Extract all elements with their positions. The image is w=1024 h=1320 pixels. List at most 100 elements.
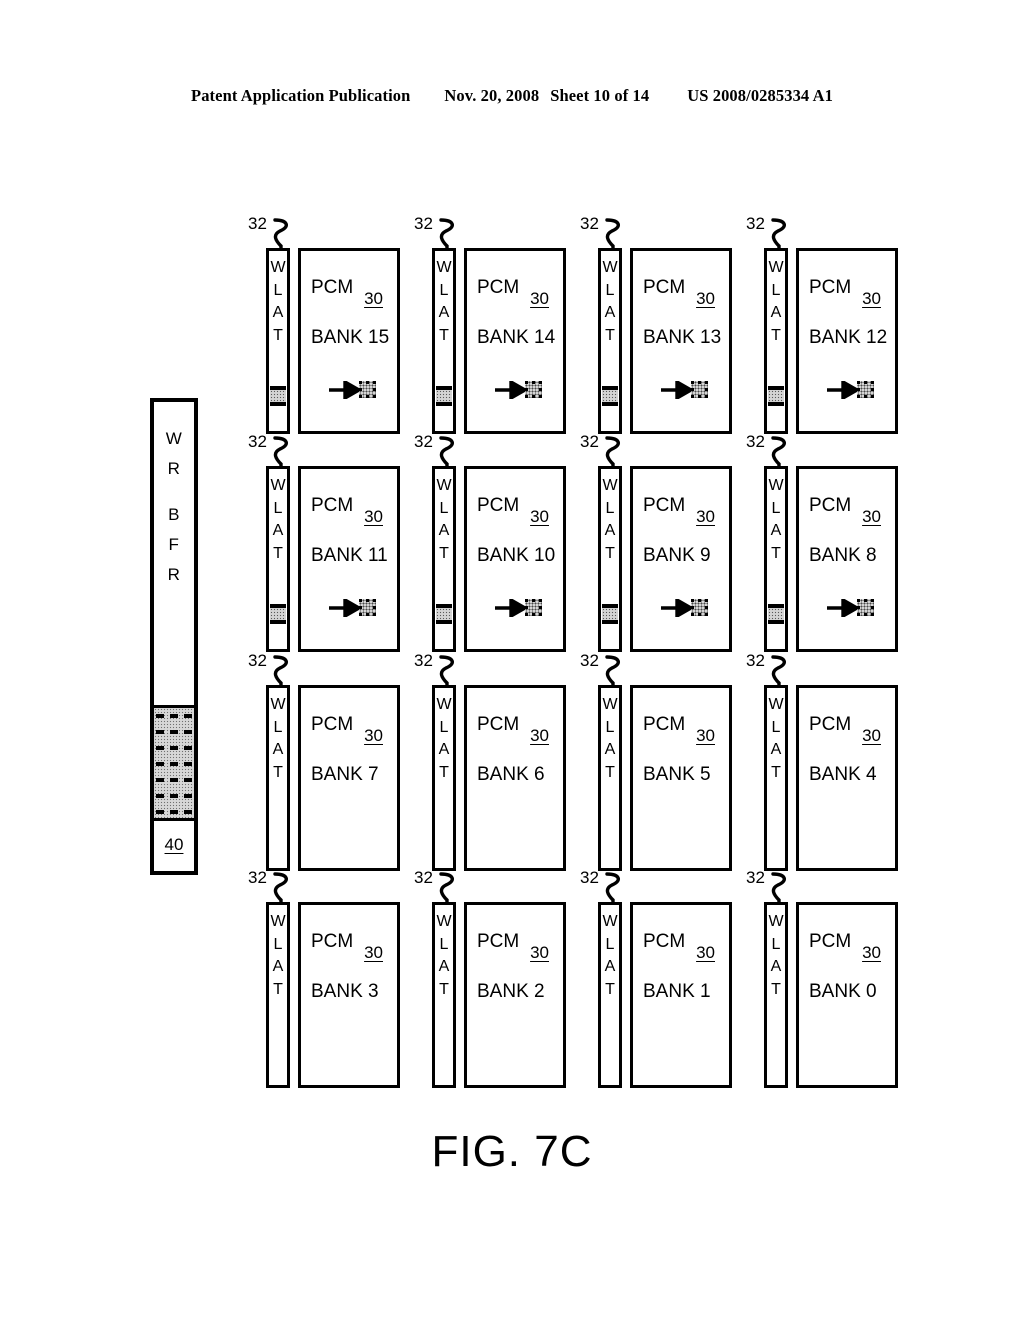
wlat-letter: W [270, 913, 286, 930]
wlat-column: WLAT [764, 466, 788, 652]
wlat-hatch-marker [270, 604, 286, 624]
wrbfr-hatch-band [154, 705, 194, 821]
pcm-ref-label: 30 [364, 726, 383, 745]
leader-squiggle-icon [604, 432, 626, 468]
wlat-letter: A [770, 958, 782, 975]
arrow-right-icon [661, 599, 695, 617]
wlat-letter: T [605, 763, 615, 781]
bank-unit: 32 W L A T PCM 30 BANK 11 [248, 432, 400, 652]
wlat-letter: A [770, 522, 782, 539]
bank-unit: 32 W L A T PCM 30 BANK 1 [580, 868, 732, 1088]
bank-name-label: BANK 2 [477, 981, 545, 1002]
wlat-column: WLAT [266, 248, 290, 434]
wlat-column: WLAT [598, 902, 622, 1088]
wlat-letters: WLAT [601, 694, 619, 784]
wlat-letter: T [439, 544, 449, 562]
pcm-ref-label: 30 [862, 507, 881, 526]
pcm-bank-box: PCM 30 BANK 11 [298, 466, 400, 652]
wlat-letter: A [438, 741, 450, 758]
pcm-bank-box: PCM 30 BANK 8 [796, 466, 898, 652]
wlat-letters: WLAT [435, 475, 453, 565]
arrow-right-icon [495, 599, 529, 617]
wlat-letter: W [270, 259, 286, 276]
pcm-ref-label: 30 [862, 289, 881, 308]
wlat-letter: T [273, 763, 283, 781]
wlat-letter: W [436, 477, 452, 494]
dotted-block-icon [359, 381, 376, 398]
wrbfr-letter-b: B [168, 505, 180, 524]
bank-unit-ref-label: 32 [414, 651, 433, 670]
wlat-column: WLAT [764, 248, 788, 434]
bank-unit-ref-label: 32 [746, 432, 765, 451]
wlat-letters: WLAT [435, 257, 453, 347]
wlat-letter: A [604, 958, 616, 975]
write-pointer-marker [661, 377, 713, 403]
wlat-letter: W [270, 696, 286, 713]
pcm-ref-label: 30 [862, 726, 881, 745]
wlat-letter: T [771, 544, 781, 562]
bank-unit: 32 W L A T PCM 30 BANK 2 [414, 868, 566, 1088]
leader-squiggle-icon [438, 214, 460, 250]
bank-unit: 32 W L A T PCM 30 BANK 10 [414, 432, 566, 652]
wlat-letter: A [272, 522, 284, 539]
wlat-letter: A [272, 958, 284, 975]
dotted-block-icon [359, 599, 376, 616]
wlat-letter: L [439, 935, 449, 953]
leader-squiggle-icon [272, 651, 294, 687]
pcm-ref-label: 30 [364, 943, 383, 962]
bank-unit: 32 W L A T PCM 30 BANK 5 [580, 651, 732, 871]
bank-unit: 32 W L A T PCM 30 BANK 9 [580, 432, 732, 652]
leader-squiggle-icon [272, 868, 294, 904]
wlat-column: WLAT [432, 685, 456, 871]
wlat-column: WLAT [266, 466, 290, 652]
wlat-letter: T [439, 326, 449, 344]
pcm-ref-label: 30 [696, 507, 715, 526]
dotted-block-icon [691, 599, 708, 616]
wlat-hatch-marker [436, 386, 452, 406]
bank-unit-ref-label: 32 [580, 432, 599, 451]
wlat-letter: A [604, 741, 616, 758]
wlat-letters: WLAT [269, 694, 287, 784]
pcm-label: PCM [477, 931, 520, 952]
write-pointer-marker [495, 377, 547, 403]
wlat-letter: L [439, 281, 449, 299]
arrow-right-icon [661, 381, 695, 399]
arrow-right-icon [329, 599, 363, 617]
wlat-letter: T [439, 980, 449, 998]
bank-name-label: BANK 11 [311, 545, 388, 566]
pcm-label: PCM [311, 495, 354, 516]
wlat-letter: A [438, 522, 450, 539]
wlat-letter: T [273, 980, 283, 998]
pcm-ref-label: 30 [530, 726, 549, 745]
wlat-letter: A [770, 304, 782, 321]
leader-squiggle-icon [604, 214, 626, 250]
dotted-block-icon [525, 599, 542, 616]
wlat-hatch-marker [768, 386, 784, 406]
pcm-bank-box: PCM 30 BANK 3 [298, 902, 400, 1088]
bank-unit-ref-label: 32 [746, 651, 765, 670]
wlat-hatch-marker [602, 386, 618, 406]
bank-name-label: BANK 13 [643, 327, 722, 348]
wlat-letter: W [768, 696, 784, 713]
bank-unit: 32 W L A T PCM 30 BANK 4 [746, 651, 898, 871]
dotted-block-icon [857, 381, 874, 398]
wlat-hatch-marker [602, 604, 618, 624]
wlat-letter: T [771, 980, 781, 998]
bank-unit-ref-label: 32 [580, 214, 599, 233]
wlat-letter: T [771, 763, 781, 781]
wlat-column: WLAT [598, 685, 622, 871]
wlat-letter: W [436, 913, 452, 930]
figure-caption: FIG. 7C [431, 1127, 593, 1176]
wlat-letter: A [438, 958, 450, 975]
wlat-letter: W [270, 477, 286, 494]
wrbfr-dash-row [156, 794, 192, 798]
bank-name-label: BANK 4 [809, 764, 877, 785]
wlat-letter: L [771, 718, 781, 736]
bank-unit: 32 W L A T PCM 30 BANK 14 [414, 214, 566, 434]
wrbfr-dash-row [156, 778, 192, 782]
arrow-right-icon [329, 381, 363, 399]
pcm-label: PCM [643, 277, 686, 298]
bank-unit: 32 W L A T PCM 30 BANK 0 [746, 868, 898, 1088]
pcm-bank-box: PCM 30 BANK 1 [630, 902, 732, 1088]
pcm-ref-label: 30 [862, 943, 881, 962]
